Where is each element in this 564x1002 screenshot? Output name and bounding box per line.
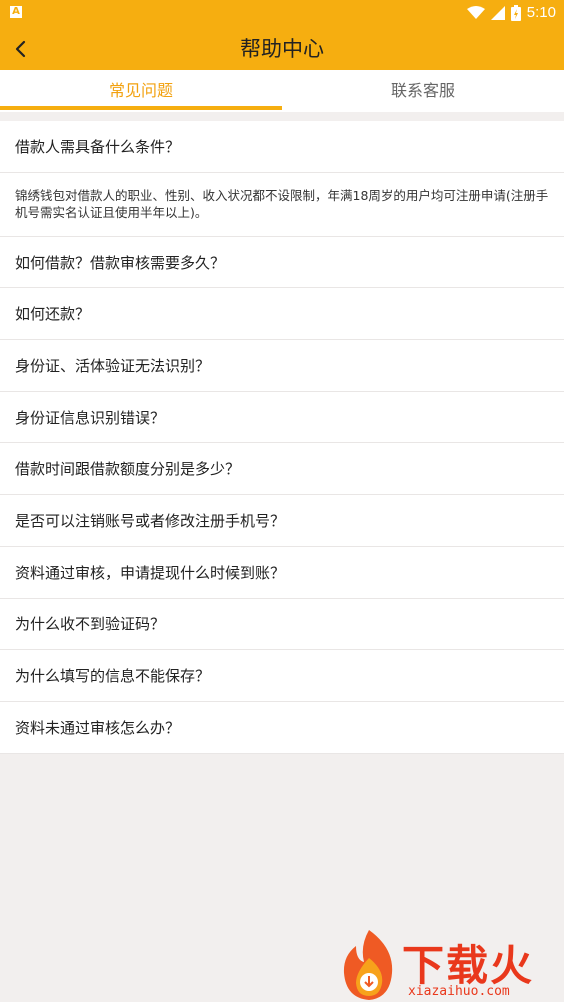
flame-logo-icon bbox=[343, 930, 393, 1000]
faq-item[interactable]: 身份证、活体验证无法识别？ bbox=[0, 340, 564, 392]
faq-item[interactable]: 如何借款？借款审核需要多久？ bbox=[0, 237, 564, 289]
faq-item[interactable]: 为什么填写的信息不能保存？ bbox=[0, 650, 564, 702]
wifi-icon bbox=[466, 5, 485, 19]
active-tab-indicator bbox=[0, 106, 282, 110]
faq-item[interactable]: 身份证信息识别错误？ bbox=[0, 392, 564, 444]
app-notification-icon: A bbox=[10, 6, 22, 18]
faq-item[interactable]: 资料通过审核，申请提现什么时候到账？ bbox=[0, 547, 564, 599]
watermark-url: xiazaihuo.com bbox=[408, 984, 510, 999]
faq-list: 借款人需具备什么条件？ 锦绣钱包对借款人的职业、性别、收入状况都不设限制，年满1… bbox=[0, 121, 564, 754]
faq-answer: 锦绣钱包对借款人的职业、性别、收入状况都不设限制，年满18周岁的用户均可注册申请… bbox=[0, 173, 564, 237]
faq-item[interactable]: 是否可以注销账号或者修改注册手机号？ bbox=[0, 495, 564, 547]
signal-icon bbox=[490, 5, 505, 20]
faq-item[interactable]: 为什么收不到验证码？ bbox=[0, 599, 564, 651]
faq-item[interactable]: 借款人需具备什么条件？ bbox=[0, 121, 564, 173]
faq-item[interactable]: 资料未通过审核怎么办？ bbox=[0, 702, 564, 754]
battery-icon bbox=[510, 4, 521, 21]
faq-item[interactable]: 如何还款？ bbox=[0, 288, 564, 341]
faq-item[interactable]: 借款时间跟借款额度分别是多少？ bbox=[0, 443, 564, 496]
status-bar: A 5:10 bbox=[0, 0, 564, 25]
tab-contact-support[interactable]: 联系客服 bbox=[282, 70, 564, 112]
watermark: 下载火 xiazaihuo.com bbox=[334, 928, 560, 1002]
clock: 5:10 bbox=[526, 4, 556, 21]
